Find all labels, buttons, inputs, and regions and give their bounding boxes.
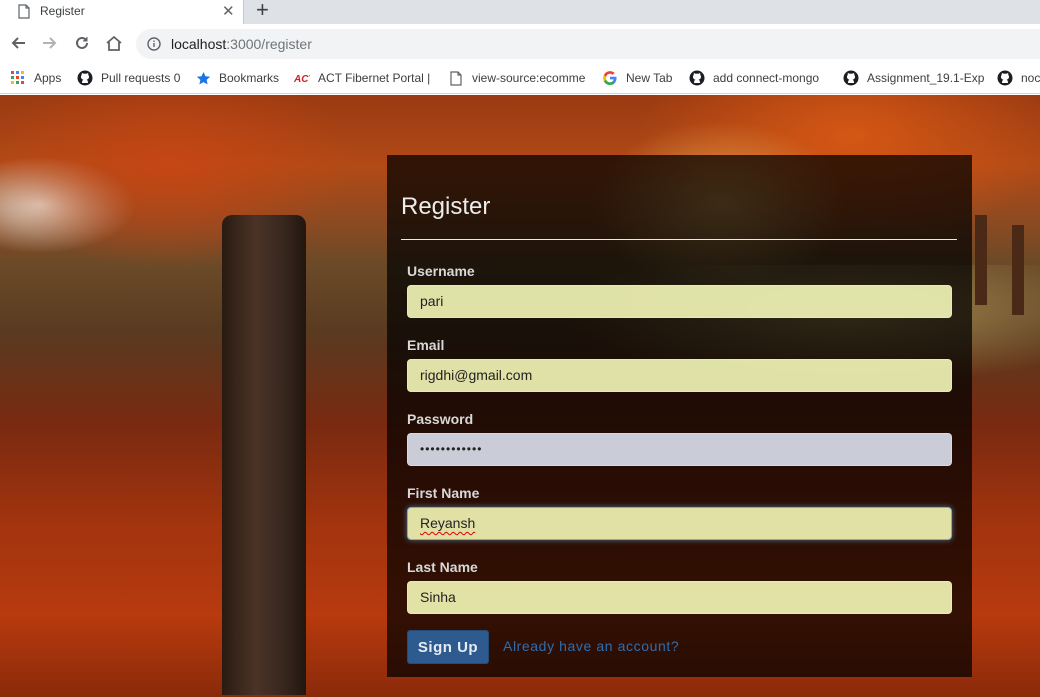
bookmark-label: Pull requests 0 — [101, 71, 181, 85]
username-input[interactable]: pari — [407, 285, 952, 318]
address-bar[interactable]: localhost:3000/register — [136, 29, 1040, 59]
bookmark-label: ACT Fibernet Portal | — [318, 71, 431, 85]
background-tree-trunk — [975, 215, 987, 305]
background-tree-trunk — [222, 215, 306, 695]
first-name-value: Reyansh — [420, 515, 476, 531]
close-tab-icon[interactable]: ✕ — [222, 2, 235, 20]
tab-title: Register — [40, 4, 85, 18]
info-icon[interactable] — [147, 37, 161, 56]
page-icon — [448, 70, 464, 86]
title-divider — [401, 239, 957, 240]
bookmark-apps[interactable]: Apps — [10, 69, 61, 87]
home-button[interactable] — [102, 24, 126, 62]
password-label: Password — [407, 411, 474, 427]
bookmarks-bar: Apps Pull requests 0 Bookmarks ACT ACT F… — [0, 62, 1040, 94]
reload-icon — [76, 36, 88, 49]
tab-strip: Register ✕ + — [0, 0, 1040, 24]
bookmark-label: Bookmarks — [219, 71, 280, 85]
email-input[interactable]: rigdhi@gmail.com — [407, 359, 952, 392]
bookmark-view-source[interactable]: view-source:ecomme — [448, 69, 585, 87]
username-label: Username — [407, 263, 475, 279]
github-icon — [997, 70, 1013, 86]
username-value: pari — [420, 293, 444, 309]
bookmark-assignment[interactable]: Assignment_19.1-Exp — [843, 69, 984, 87]
github-icon — [77, 70, 93, 86]
back-arrow-icon — [11, 37, 25, 49]
first-name-input[interactable]: Reyansh — [407, 507, 952, 540]
bookmark-label: Apps — [34, 71, 62, 85]
first-name-label: First Name — [407, 485, 480, 501]
page-icon — [18, 4, 30, 24]
last-name-label: Last Name — [407, 559, 478, 575]
password-value: •••••••••••• — [420, 442, 483, 456]
last-name-input[interactable]: Sinha — [407, 581, 952, 614]
forward-button[interactable] — [38, 24, 62, 62]
bookmark-bookmarks[interactable]: Bookmarks — [195, 69, 279, 87]
bookmark-act-fibernet[interactable]: ACT ACT Fibernet Portal | — [294, 69, 430, 87]
bookmark-noc[interactable]: noc — [997, 69, 1040, 87]
reload-button[interactable] — [70, 24, 94, 62]
bookmark-label: New Tab — [626, 71, 673, 85]
bookmark-label: add connect-mongo — [713, 71, 820, 85]
back-button[interactable] — [6, 24, 30, 62]
login-link[interactable]: Already have an account? — [503, 638, 679, 654]
svg-text:ACT: ACT — [294, 74, 310, 85]
url-host: localhost — [171, 36, 227, 52]
password-input[interactable]: •••••••••••• — [407, 433, 952, 466]
github-icon — [689, 70, 705, 86]
apps-grid-icon — [10, 70, 26, 86]
google-icon — [602, 70, 618, 86]
sign-up-button[interactable]: Sign Up — [407, 630, 489, 664]
bookmark-new-tab[interactable]: New Tab — [602, 69, 672, 87]
url-text: localhost:3000/register — [171, 36, 312, 52]
home-icon — [106, 35, 122, 51]
background-tree-trunk — [1012, 225, 1024, 315]
tab-register[interactable]: Register ✕ — [0, 0, 244, 24]
star-icon — [195, 70, 211, 86]
forward-arrow-icon — [43, 37, 57, 49]
bookmark-label: noc — [1021, 71, 1040, 85]
email-value: rigdhi@gmail.com — [420, 367, 533, 383]
bookmark-label: Assignment_19.1-Exp — [867, 71, 985, 85]
browser-toolbar: localhost:3000/register — [0, 24, 1040, 62]
bookmark-pull-requests[interactable]: Pull requests 0 — [77, 69, 180, 87]
url-path: :3000/register — [226, 36, 312, 52]
bookmark-label: view-source:ecomme — [472, 71, 586, 85]
form-title: Register — [401, 193, 491, 220]
new-tab-button[interactable]: + — [256, 0, 269, 21]
bookmark-add-connect-mongo[interactable]: add connect-mongo — [689, 69, 819, 87]
page-viewport: Register Username pari Email rigdhi@gmai… — [0, 95, 1040, 697]
act-logo-icon: ACT — [294, 70, 310, 86]
last-name-value: Sinha — [420, 589, 456, 605]
email-label: Email — [407, 337, 445, 353]
register-panel: Register Username pari Email rigdhi@gmai… — [387, 155, 972, 677]
github-icon — [843, 70, 859, 86]
